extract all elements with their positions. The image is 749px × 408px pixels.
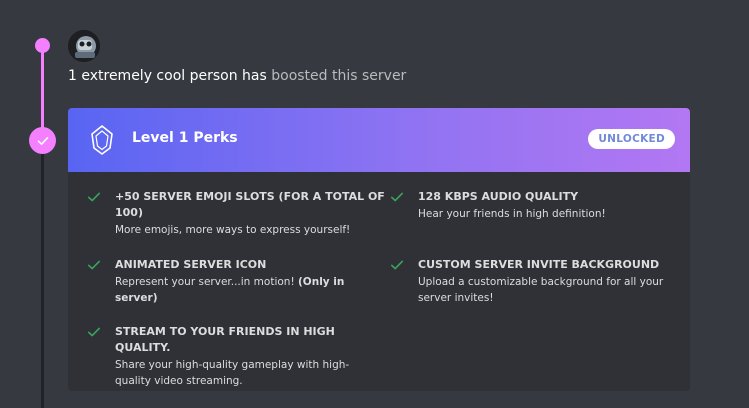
boost-message: 1 extremely cool person has boosted this… <box>68 67 406 85</box>
check-icon <box>391 192 403 202</box>
perk-description-text: Represent your server...in motion! <box>115 276 295 288</box>
perk-name: STREAM TO YOUR FRIENDS IN HIGH QUALITY. <box>115 325 335 354</box>
booster-count-text: 1 extremely cool person has <box>68 68 267 84</box>
perk-description: Hear your friends in high definition! <box>418 208 606 220</box>
timeline-node-start <box>35 38 50 53</box>
boost-action-text: boosted this server <box>266 68 407 84</box>
perk-name: +50 SERVER EMOJI SLOTS (FOR A TOTAL OF 1… <box>115 190 385 219</box>
perk-description: Share your high-quality gameplay with hi… <box>115 359 350 387</box>
perk-description: Represent your server...in motion! (Only… <box>115 274 385 306</box>
perk-item: +50 SERVER EMOJI SLOTS (FOR A TOTAL OF 1… <box>88 189 385 238</box>
level-perks-header: Level 1 Perks UNLOCKED <box>68 108 690 172</box>
unlocked-badge: UNLOCKED <box>588 129 675 149</box>
avatar-image <box>68 30 100 62</box>
perk-name: 128 KBPS AUDIO QUALITY <box>418 190 579 203</box>
timeline-node-level-1 <box>29 127 56 154</box>
check-icon <box>88 192 100 202</box>
check-icon <box>88 260 100 270</box>
level-title: Level 1 Perks <box>132 130 238 146</box>
perk-name: ANIMATED SERVER ICON <box>115 258 267 271</box>
perk-description: Upload a customizable background for all… <box>418 276 664 304</box>
perk-item: 128 KBPS AUDIO QUALITY Hear your friends… <box>391 189 688 222</box>
perk-item: ANIMATED SERVER ICON Represent your serv… <box>88 257 385 306</box>
perk-name: CUSTOM SERVER INVITE BACKGROUND <box>418 258 660 271</box>
perk-item: STREAM TO YOUR FRIENDS IN HIGH QUALITY. … <box>88 324 385 389</box>
level-perks-card: Level 1 Perks UNLOCKED +50 SERVER EMOJI … <box>68 108 690 391</box>
boost-timeline-inactive <box>41 143 44 408</box>
crystal-gem-icon <box>91 125 113 155</box>
check-icon <box>37 136 48 145</box>
check-icon <box>391 260 403 270</box>
perk-description: More emojis, more ways to express yourse… <box>115 224 351 236</box>
avatar[interactable] <box>68 30 100 62</box>
check-icon <box>88 327 100 337</box>
perk-item: CUSTOM SERVER INVITE BACKGROUND Upload a… <box>391 257 688 306</box>
